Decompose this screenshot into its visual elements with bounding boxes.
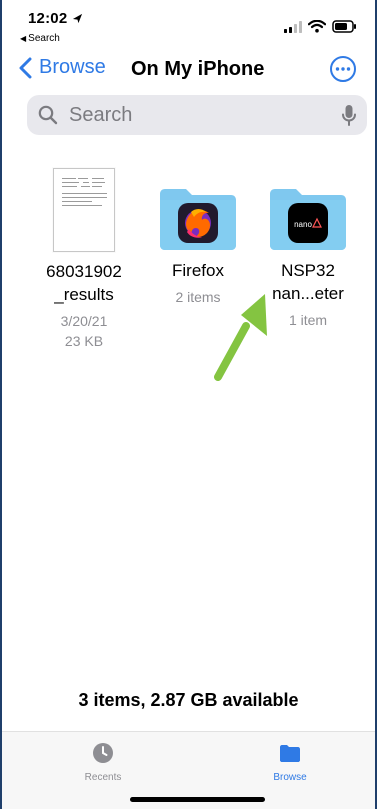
back-to-search-app[interactable]: ◀ Search [20, 33, 60, 44]
search-bar[interactable] [27, 95, 367, 135]
folder-meta: 2 items [175, 289, 221, 305]
wifi-icon [308, 20, 326, 33]
folder-name: Firefox [172, 261, 224, 280]
browse-back-label: Browse [39, 56, 106, 78]
folder-meta: 1 item [288, 312, 328, 328]
folder-name: NSP32 nan...eter [272, 261, 344, 303]
firefox-folder-icon [160, 189, 236, 250]
search-input[interactable] [67, 102, 312, 128]
document-thumbnail-icon [53, 168, 115, 252]
magnifying-glass-icon [38, 105, 58, 125]
location-arrow-icon [72, 13, 83, 24]
file-name: 68031902 _results [46, 262, 122, 304]
folder-icon [280, 745, 300, 762]
tab-label: Browse [273, 772, 307, 783]
browse-back-button[interactable]: Browse [18, 56, 106, 79]
nano-folder-icon: nano [270, 189, 346, 250]
back-triangle-icon: ◀ [20, 33, 27, 43]
tab-browse[interactable]: Browse [250, 741, 330, 784]
status-bar: 12:02 ◀ Search [2, 0, 375, 50]
clock-icon [93, 743, 113, 763]
tab-recents[interactable]: Recents [63, 741, 143, 784]
signal-bars-icon [284, 20, 302, 33]
status-time: 12:02 [28, 10, 68, 27]
storage-summary: 3 items, 2.87 GB available [78, 690, 299, 710]
files-app-screen: 12:02 ◀ Search Browse On My iPhone Searc… [0, 0, 377, 809]
chevron-left-icon [19, 57, 32, 78]
nsp32-folder-item[interactable]: nano NSP32 nan...eter 1 item [249, 185, 367, 330]
firefox-folder-item[interactable]: Firefox 2 items [139, 185, 257, 307]
home-indicator[interactable] [130, 797, 265, 802]
nano-app-label: nano [294, 220, 312, 229]
tab-label: Recents [84, 772, 122, 783]
navigation-bar: Browse On My iPhone [2, 48, 375, 92]
page-title: On My iPhone [131, 58, 265, 80]
microphone-icon[interactable] [341, 104, 357, 126]
battery-icon [332, 20, 356, 33]
ellipsis-circle-icon[interactable] [329, 55, 357, 83]
status-indicators [284, 20, 357, 33]
back-app-label: Search [28, 33, 60, 44]
document-file-item[interactable]: 68031902 _results 3/20/21 23 KB [24, 168, 144, 351]
file-meta: 3/20/21 23 KB [60, 313, 108, 349]
